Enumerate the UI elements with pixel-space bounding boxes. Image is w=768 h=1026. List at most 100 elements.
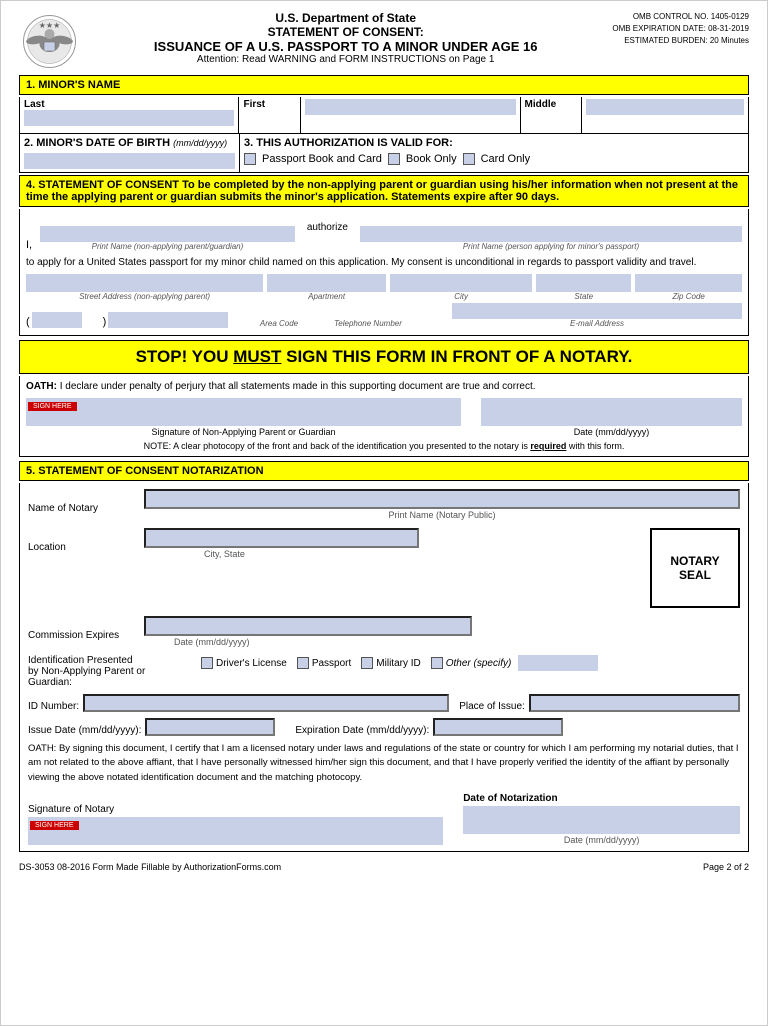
statement-title: STATEMENT OF CONSENT:	[89, 25, 602, 39]
drivers-license-item: Driver's License	[201, 657, 287, 669]
signature-of-notary-label: Signature of Notary	[28, 804, 443, 815]
dept-title: U.S. Department of State	[89, 11, 602, 25]
note-required: required	[530, 441, 566, 451]
location-input[interactable]	[144, 528, 419, 548]
id-number-label: ID Number:	[28, 701, 79, 712]
date-format-label2: Date (mm/dd/yyyy)	[463, 835, 740, 845]
omb-control: OMB CONTROL NO. 1405-0129	[612, 11, 749, 23]
oath-text: OATH: I declare under penalty of perjury…	[26, 381, 742, 392]
last-name-cell: Last	[20, 97, 239, 133]
form-id: DS-3053 08-2016 Form Made Fillable by Au…	[19, 862, 281, 872]
header-seal: ★★★	[19, 11, 79, 71]
section5-header: 5. STATEMENT OF CONSENT NOTARIZATION	[19, 461, 749, 481]
stop-text: STOP! YOU MUST SIGN THIS FORM IN FRONT O…	[26, 347, 742, 367]
first-name-input[interactable]	[305, 99, 515, 115]
section2-format: (mm/dd/yyyy)	[173, 138, 227, 148]
passport-label: Passport	[312, 658, 351, 669]
header-center: U.S. Department of State STATEMENT OF CO…	[79, 11, 612, 65]
email-input[interactable]	[452, 303, 742, 319]
book-only-checkbox[interactable]	[388, 153, 400, 165]
section5-body: Name of Notary Print Name (Notary Public…	[19, 483, 749, 852]
notary-name-input[interactable]	[144, 489, 740, 509]
name-of-notary-label: Name of Notary	[28, 489, 138, 514]
notary-name-row: Name of Notary Print Name (Notary Public…	[28, 489, 740, 520]
date-of-notarization-label: Date of Notarization	[463, 793, 740, 804]
place-of-issue-input[interactable]	[529, 694, 740, 712]
other-specify-input[interactable]	[518, 655, 598, 671]
issue-date-label: Issue Date (mm/dd/yyyy):	[28, 725, 141, 736]
phone-row: ( ) Area Code Telephone Number	[26, 303, 742, 328]
passport-checkbox[interactable]	[297, 657, 309, 669]
omb-expiration: OMB EXPIRATION DATE: 08-31-2019	[612, 23, 749, 35]
oath2-text: OATH: By signing this document, I certif…	[28, 742, 740, 785]
drivers-license-checkbox[interactable]	[201, 657, 213, 669]
state-input[interactable]	[536, 274, 631, 292]
non-applying-sig-block: SIGN HERE Signature of Non-Applying Pare…	[26, 398, 461, 437]
svg-text:★★★: ★★★	[38, 21, 60, 30]
first-label-cell: First	[239, 97, 301, 133]
zip-label: Zip Code	[635, 292, 742, 301]
omb-burden: ESTIMATED BURDEN: 20 Minutes	[612, 35, 749, 47]
expiration-date-label: Expiration Date (mm/dd/yyyy):	[295, 725, 429, 736]
expiration-date-field: Expiration Date (mm/dd/yyyy):	[295, 718, 563, 736]
location-label: Location	[28, 528, 138, 553]
non-applying-sig-container: SIGN HERE	[26, 398, 461, 426]
print-name-notary-label: Print Name (Notary Public)	[144, 510, 740, 520]
sign-here-btn-2[interactable]: SIGN HERE	[30, 821, 79, 830]
street-address-input[interactable]	[26, 274, 263, 292]
notary-sig-block: Signature of Notary SIGN HERE	[28, 804, 443, 845]
id-number-row: ID Number: Place of Issue:	[28, 694, 740, 712]
notarization-date-block: Date of Notarization Date (mm/dd/yyyy)	[463, 793, 740, 845]
dob-input[interactable]	[24, 153, 235, 169]
print-name-2-input[interactable]	[360, 226, 742, 242]
expiration-date-input[interactable]	[433, 718, 563, 736]
date-block: Date (mm/dd/yyyy)	[481, 398, 742, 437]
section3-title: 3. THIS AUTHORIZATION IS VALID FOR:	[244, 137, 744, 149]
commission-expires-label: Commission Expires	[28, 616, 138, 641]
oath-date-input[interactable]	[481, 398, 742, 426]
section5-title: 5. STATEMENT OF CONSENT NOTARIZATION	[26, 465, 264, 477]
city-label: City	[390, 292, 532, 301]
notarization-date-input[interactable]	[463, 806, 740, 834]
id-presented-section: Identification Presented by Non-Applying…	[28, 655, 740, 688]
area-code-input[interactable]	[32, 312, 82, 328]
middle-name-input[interactable]	[586, 99, 744, 115]
note-text: NOTE: A clear photocopy of the front and…	[26, 441, 742, 451]
city-input[interactable]	[390, 274, 532, 292]
last-name-input[interactable]	[24, 110, 234, 126]
i-label: I,	[26, 239, 32, 251]
header: ★★★ U.S. Department of State STATEMENT O…	[19, 11, 749, 71]
commission-date-format: Date (mm/dd/yyyy)	[174, 637, 740, 647]
issue-date-input[interactable]	[145, 718, 275, 736]
commission-date-input[interactable]	[144, 616, 472, 636]
apartment-input[interactable]	[267, 274, 386, 292]
other-checkbox[interactable]	[431, 657, 443, 669]
oath-label: OATH:	[26, 381, 57, 392]
note-content: NOTE: A clear photocopy of the front and…	[144, 441, 528, 451]
notary-name-block: Print Name (Notary Public)	[144, 489, 740, 520]
card-only-checkbox[interactable]	[463, 153, 475, 165]
phone-number-label: Telephone Number	[308, 319, 428, 328]
apply-text: to apply for a United States passport fo…	[26, 257, 742, 268]
sign-here-btn-1[interactable]: SIGN HERE	[28, 402, 77, 411]
id-check-row: Driver's License Passport Military ID Ot…	[201, 655, 598, 671]
section2-title: 2. MINOR'S DATE OF BIRTH	[24, 137, 170, 149]
military-id-checkbox[interactable]	[361, 657, 373, 669]
id-number-input[interactable]	[83, 694, 449, 712]
passport-book-card-checkbox[interactable]	[244, 153, 256, 165]
address-row: Street Address (non-applying parent) Apa…	[26, 274, 742, 301]
card-only-label: Card Only	[481, 153, 531, 165]
print-name-1-input[interactable]	[40, 226, 295, 242]
first-name-cell	[301, 97, 520, 133]
authorize-word: authorize	[307, 222, 348, 251]
section4-expire-note: Statements expire after 90 days.	[391, 191, 559, 203]
id-presented-label: Identification Presented by Non-Applying…	[28, 655, 193, 688]
phone-input[interactable]	[108, 312, 228, 328]
middle-label: Middle	[525, 99, 557, 110]
oath-section: OATH: I declare under penalty of perjury…	[19, 376, 749, 457]
apt-label: Apartment	[267, 292, 386, 301]
passport-book-card-label: Passport Book and Card	[262, 153, 382, 165]
zip-input[interactable]	[635, 274, 742, 292]
military-id-label: Military ID	[376, 658, 420, 669]
middle-label-cell: Middle	[521, 97, 583, 133]
